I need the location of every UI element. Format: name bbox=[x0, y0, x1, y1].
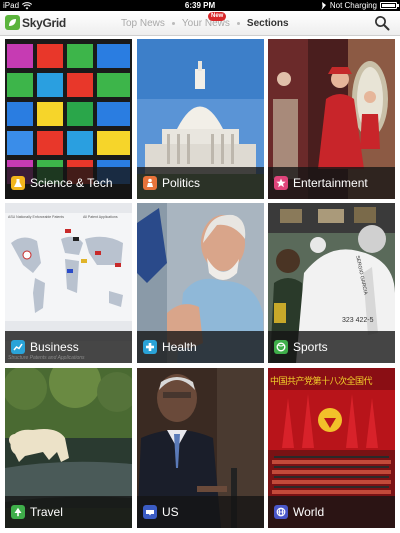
skygrid-logo[interactable]: SkyGrid bbox=[5, 15, 66, 30]
tile-caption: Travel bbox=[5, 496, 132, 528]
flask-icon bbox=[11, 176, 25, 190]
sports-shirt-number: 323 422-5 bbox=[342, 317, 374, 324]
tree-icon bbox=[11, 505, 25, 519]
section-label: Entertainment bbox=[293, 176, 368, 190]
world-banner-text: 中国共产党第十八次全国代 bbox=[270, 377, 373, 387]
section-tile-travel[interactable]: Travel bbox=[5, 368, 132, 528]
podium-icon bbox=[143, 176, 157, 190]
business-chart-text: ASU Nationally Enforceable Patents bbox=[8, 215, 65, 219]
section-label: Science & Tech bbox=[30, 176, 113, 190]
ball-icon bbox=[274, 340, 288, 354]
section-label: Health bbox=[162, 340, 197, 354]
cross-icon bbox=[143, 340, 157, 354]
section-label: Politics bbox=[162, 176, 201, 190]
tile-caption: World bbox=[268, 496, 395, 528]
star-icon bbox=[274, 176, 288, 190]
tile-caption: Politics bbox=[137, 167, 264, 199]
tile-caption: Health bbox=[137, 331, 264, 363]
tab-sections[interactable]: Sections bbox=[244, 18, 292, 29]
nav-tabs: Top News Your News Sections New bbox=[118, 12, 292, 29]
section-tile-world[interactable]: 中国共产党第十八次全国代 World bbox=[268, 368, 395, 528]
tab-separator bbox=[236, 22, 240, 25]
section-label: World bbox=[293, 505, 325, 519]
tab-top-news[interactable]: Top News bbox=[118, 18, 168, 29]
tab-separator bbox=[171, 22, 175, 25]
tile-caption: Science & Tech bbox=[5, 167, 132, 199]
tile-caption: US bbox=[137, 496, 264, 528]
us-icon bbox=[143, 505, 157, 519]
battery-icon bbox=[380, 2, 399, 9]
section-tile-science-tech[interactable]: Science & Tech bbox=[5, 39, 132, 199]
section-tile-sports[interactable]: SERGIO GARCIA 323 422-5 Sports bbox=[268, 203, 395, 363]
status-bar: iPad 6:39 PM Not Charging bbox=[0, 0, 400, 11]
chart-icon bbox=[11, 340, 25, 354]
section-tile-business[interactable]: ASU Nationally Enforceable Patents All P… bbox=[5, 203, 132, 363]
tile-caption: Sports bbox=[268, 331, 395, 363]
section-tile-politics[interactable]: Politics bbox=[137, 39, 264, 199]
section-label: US bbox=[162, 505, 179, 519]
skygrid-logo-icon bbox=[5, 15, 20, 30]
search-button[interactable] bbox=[374, 15, 390, 31]
section-label: Business bbox=[30, 340, 79, 354]
section-tile-health[interactable]: Health bbox=[137, 203, 264, 363]
app-header: SkyGrid Top News Your News Sections New bbox=[0, 11, 400, 36]
business-chart-subtitle: Structure Patents and Applications bbox=[8, 355, 85, 361]
charge-icon bbox=[321, 1, 327, 10]
search-icon bbox=[375, 16, 390, 31]
section-tile-entertainment[interactable]: Entertainment bbox=[268, 39, 395, 199]
new-badge: New bbox=[208, 12, 227, 21]
section-tile-us[interactable]: US bbox=[137, 368, 264, 528]
logo-text: SkyGrid bbox=[22, 15, 66, 30]
globe-icon bbox=[274, 505, 288, 519]
tab-your-news[interactable]: Your News bbox=[179, 18, 233, 29]
charging-status: Not Charging bbox=[329, 1, 377, 10]
section-label: Travel bbox=[30, 505, 63, 519]
tile-caption: Entertainment bbox=[268, 167, 395, 199]
business-legend: All Patent Applications bbox=[83, 215, 118, 219]
section-label: Sports bbox=[293, 340, 328, 354]
